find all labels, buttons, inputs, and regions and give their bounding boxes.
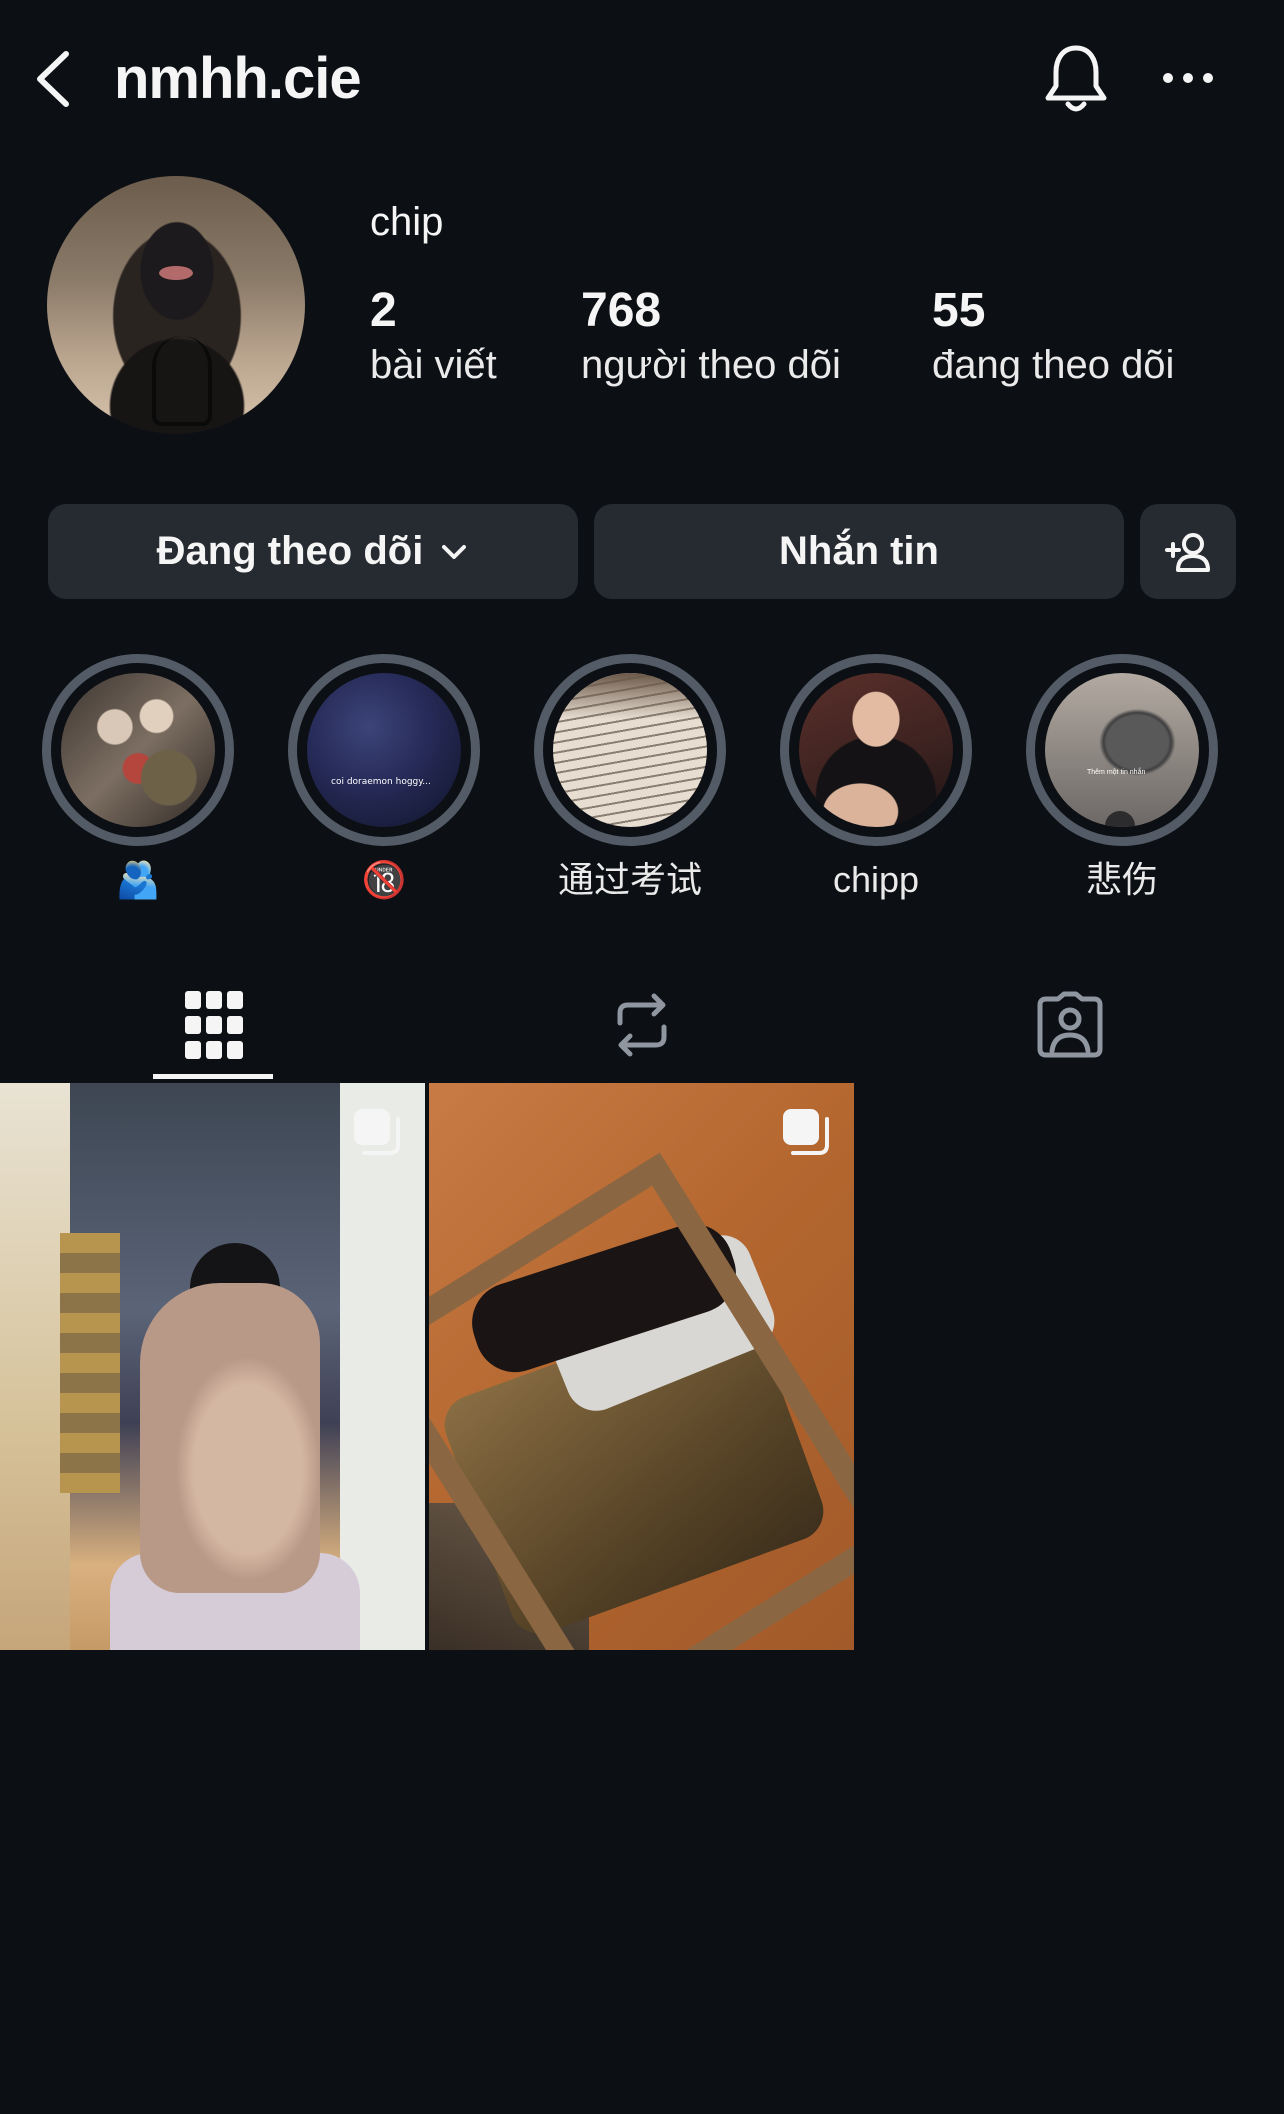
- post-image-detail: [60, 1233, 120, 1493]
- add-person-icon: [1165, 532, 1210, 572]
- highlight-ring: [42, 654, 234, 846]
- profile-avatar[interactable]: [47, 176, 305, 434]
- avatar-detail: [152, 336, 212, 426]
- highlight-label: 🔞: [361, 859, 407, 900]
- tab-tagged[interactable]: [856, 970, 1284, 1080]
- carousel-icon: [354, 1109, 400, 1155]
- highlight-label: 通过考试: [557, 859, 702, 900]
- following-button[interactable]: Đang theo dõi: [48, 504, 578, 599]
- message-button[interactable]: Nhắn tin: [594, 504, 1124, 599]
- suggest-people-button[interactable]: [1140, 504, 1236, 599]
- highlight-cover: [799, 673, 953, 827]
- chevron-down-icon: [442, 544, 467, 559]
- top-bar: nmhh.cie: [0, 0, 1284, 160]
- display-name: chip: [370, 200, 444, 244]
- followers-count: 768: [581, 284, 662, 337]
- story-highlight[interactable]: coi doraemon hoggy... 🔞: [288, 654, 480, 902]
- highlight-cover-caption: Thêm một tin nhắn: [1087, 769, 1146, 776]
- followers-label: người theo dõi: [581, 343, 841, 387]
- send-icon: [1105, 811, 1135, 827]
- tab-reposts[interactable]: [428, 970, 856, 1080]
- post-thumbnail[interactable]: [0, 1083, 425, 1650]
- highlight-label: chipp: [832, 859, 920, 900]
- highlight-label: 悲伤: [1085, 859, 1158, 900]
- following-count: 55: [932, 284, 986, 337]
- following-count-stat[interactable]: 55 đang theo dõi: [932, 282, 1174, 390]
- story-highlight[interactable]: Thêm một tin nhắn 悲伤: [1026, 654, 1218, 902]
- highlight-ring: [534, 654, 726, 846]
- tab-posts-grid[interactable]: [0, 970, 428, 1080]
- highlight-cover: Thêm một tin nhắn: [1045, 673, 1199, 827]
- highlight-ring: [780, 654, 972, 846]
- active-tab-indicator: [153, 1074, 273, 1079]
- story-highlight[interactable]: 通过考试: [534, 654, 726, 902]
- grid-icon: [185, 991, 243, 1059]
- highlight-cover: [553, 673, 707, 827]
- highlight-cover-caption: coi doraemon hoggy...: [331, 777, 431, 787]
- bell-icon[interactable]: [1040, 40, 1112, 116]
- highlight-cover: [61, 673, 215, 827]
- posts-count: 2: [370, 284, 397, 337]
- more-options-icon[interactable]: [1160, 56, 1216, 100]
- carousel-icon: [783, 1109, 829, 1155]
- highlight-ring: Thêm một tin nhắn: [1026, 654, 1218, 846]
- avatar-detail: [159, 266, 193, 280]
- posts-count-stat[interactable]: 2 bài viết: [370, 282, 497, 390]
- highlight-ring: coi doraemon hoggy...: [288, 654, 480, 846]
- highlight-label: 🫂: [115, 859, 161, 900]
- posts-label: bài viết: [370, 343, 497, 387]
- following-button-label: Đang theo dõi: [156, 529, 424, 573]
- profile-username: nmhh.cie: [114, 46, 362, 111]
- repost-icon: [617, 993, 667, 1057]
- post-image-detail: [140, 1283, 320, 1593]
- post-thumbnail[interactable]: [429, 1083, 854, 1650]
- highlight-cover: coi doraemon hoggy...: [307, 673, 461, 827]
- story-highlight[interactable]: 🫂: [42, 654, 234, 902]
- following-label: đang theo dõi: [932, 343, 1175, 387]
- followers-count-stat[interactable]: 768 người theo dõi: [581, 282, 841, 390]
- story-highlight[interactable]: chipp: [780, 654, 972, 902]
- back-icon[interactable]: [30, 48, 80, 110]
- message-button-label: Nhắn tin: [779, 529, 939, 573]
- tagged-icon: [1037, 991, 1103, 1058]
